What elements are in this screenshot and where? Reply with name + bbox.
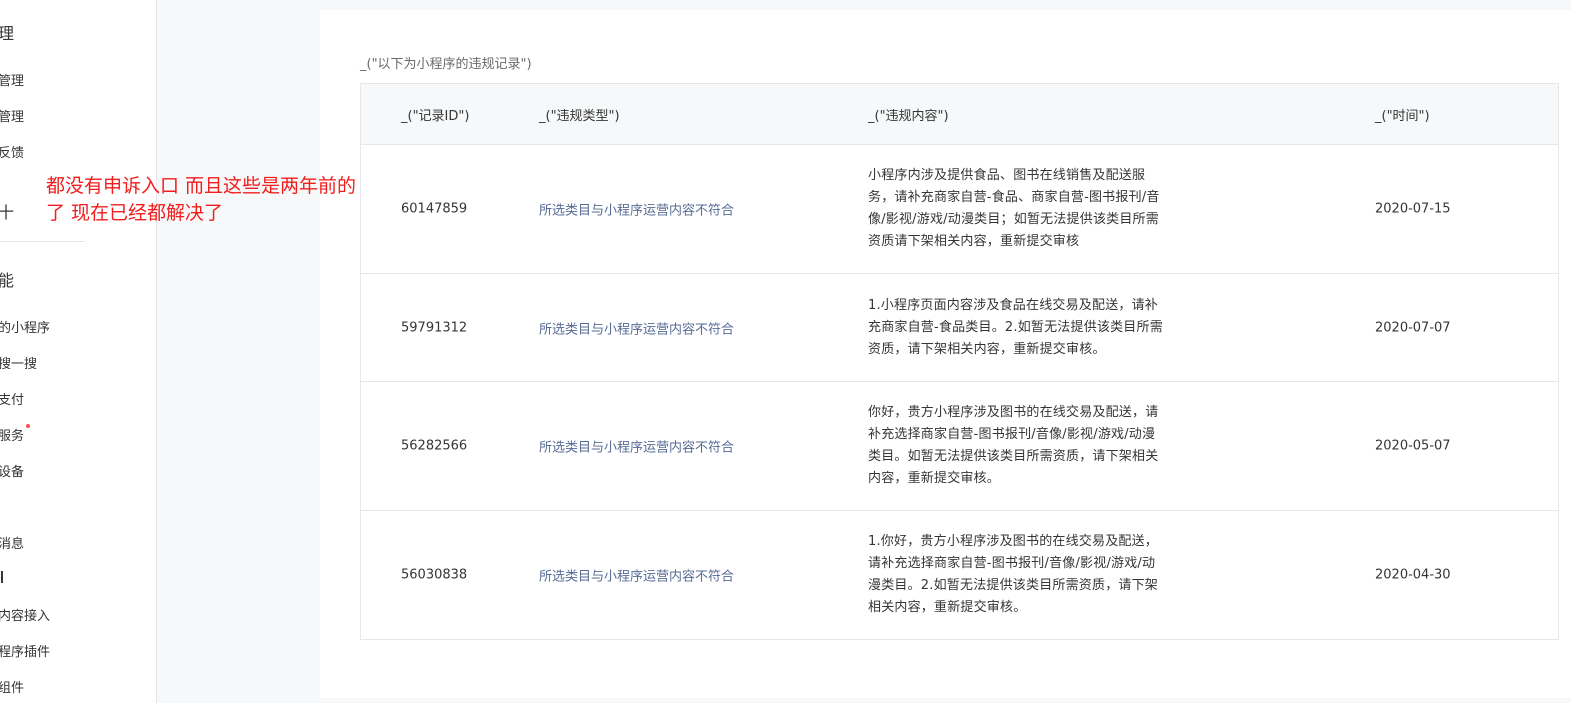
table-caption: _("以下为小程序的违规记录") bbox=[360, 57, 532, 72]
truncated-glyph bbox=[0, 570, 3, 583]
violation-type-link[interactable]: 所选类目与小程序运营内容不符合 bbox=[539, 318, 734, 337]
sidebar-section-title: 十 bbox=[0, 199, 14, 223]
table-row: 60147859 所选类目与小程序运营内容不符合 小程序内涉及提供食品、图书在线… bbox=[361, 145, 1558, 274]
table-row: 59791312 所选类目与小程序运营内容不符合 1.小程序页面内容涉及食品在线… bbox=[361, 274, 1558, 382]
record-time: 2020-07-15 bbox=[1375, 201, 1451, 217]
sidebar-section-title: 理 bbox=[0, 20, 14, 44]
record-time: 2020-04-30 bbox=[1375, 567, 1451, 583]
violation-type-link[interactable]: 所选类目与小程序运营内容不符合 bbox=[539, 200, 734, 219]
sidebar-item[interactable]: 反馈 bbox=[0, 142, 24, 161]
sidebar-item-label: 服务 bbox=[0, 429, 25, 444]
record-id: 59791312 bbox=[401, 320, 468, 335]
sidebar-divider bbox=[0, 241, 85, 242]
record-id: 56282566 bbox=[401, 438, 468, 454]
violation-content: 1.你好，贵方小程序涉及图书的在线交易及配送，请补充选择商家自营-图书报刊/音像… bbox=[868, 534, 1159, 615]
violation-records-table: _("记录ID") _("违规类型") _("违规内容") _("时间") 60… bbox=[360, 83, 1559, 640]
record-time: 2020-07-07 bbox=[1375, 320, 1451, 335]
record-id: 60147859 bbox=[401, 201, 468, 217]
violation-type-link[interactable]: 所选类目与小程序运营内容不符合 bbox=[539, 437, 734, 456]
sidebar: 理 管理 管理 反馈 十 能 的小程序 搜一搜 支付 服务 设备 消息 内容接入… bbox=[0, 0, 157, 703]
column-header-time: _("时间") bbox=[1375, 109, 1430, 124]
violation-type-link[interactable]: 所选类目与小程序运营内容不符合 bbox=[539, 566, 734, 585]
sidebar-item[interactable]: 内容接入 bbox=[0, 605, 50, 624]
record-time: 2020-05-07 bbox=[1375, 438, 1451, 454]
violation-content: 你好，贵方小程序涉及图书的在线交易及配送，请补充选择商家自营-图书报刊/音像/影… bbox=[868, 405, 1159, 486]
sidebar-item[interactable]: 管理 bbox=[0, 106, 24, 125]
column-header-id: _("记录ID") bbox=[401, 109, 470, 124]
sidebar-item[interactable] bbox=[0, 569, 3, 584]
table-row: 56282566 所选类目与小程序运营内容不符合 你好，贵方小程序涉及图书的在线… bbox=[361, 382, 1558, 511]
table-row: 56030838 所选类目与小程序运营内容不符合 1.你好，贵方小程序涉及图书的… bbox=[361, 511, 1558, 639]
sidebar-item[interactable]: 的小程序 bbox=[0, 317, 50, 336]
notification-dot-icon bbox=[26, 424, 31, 428]
sidebar-item[interactable]: 程序插件 bbox=[0, 641, 50, 660]
violation-content: 小程序内涉及提供食品、图书在线销售及配送服务，请补充商家自营-食品、商家自营-图… bbox=[868, 168, 1160, 249]
sidebar-section-title: 能 bbox=[0, 267, 14, 291]
sidebar-item[interactable]: 搜一搜 bbox=[0, 353, 37, 372]
sidebar-item[interactable]: 支付 bbox=[0, 389, 24, 408]
sidebar-item[interactable]: 消息 bbox=[0, 533, 24, 552]
sidebar-item-with-badge[interactable]: 服务 bbox=[0, 424, 31, 444]
violation-content: 1.小程序页面内容涉及食品在线交易及配送，请补充商家自营-食品类目。2.如暂无法… bbox=[868, 297, 1163, 357]
column-header-content: _("违规内容") bbox=[868, 109, 949, 124]
record-id: 56030838 bbox=[401, 567, 468, 583]
sidebar-item[interactable]: 管理 bbox=[0, 70, 24, 89]
column-header-type: _("违规类型") bbox=[539, 109, 620, 124]
sidebar-item[interactable]: 设备 bbox=[0, 461, 24, 480]
annotation-text: 都没有申诉入口 而且这些是两年前的 了 现在已经都解决了 bbox=[46, 175, 357, 224]
sidebar-item[interactable]: 组件 bbox=[0, 677, 24, 696]
table-header: _("记录ID") _("违规类型") _("违规内容") _("时间") bbox=[361, 84, 1558, 145]
